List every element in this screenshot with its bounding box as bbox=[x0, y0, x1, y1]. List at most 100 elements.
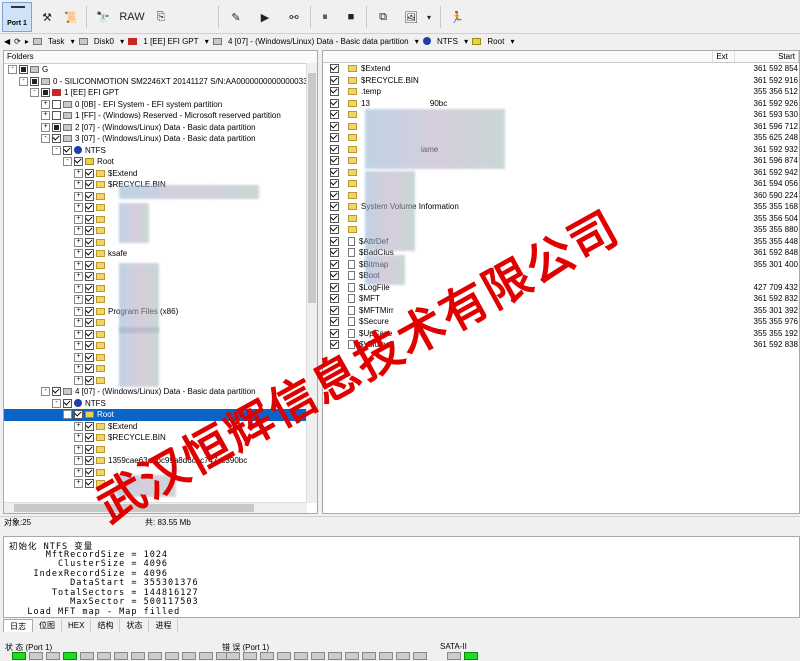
expand-icon[interactable]: + bbox=[74, 226, 83, 236]
expand-icon[interactable]: + bbox=[74, 214, 83, 224]
name-column-header[interactable] bbox=[323, 51, 714, 62]
expand-icon[interactable]: + bbox=[74, 479, 83, 489]
expand-icon[interactable]: + bbox=[74, 295, 83, 305]
file-checkbox[interactable] bbox=[329, 248, 339, 258]
file-row[interactable]: $RECYCLE.BIN 361 592 916 bbox=[323, 75, 799, 87]
run-exit-icon[interactable]: 🏃 bbox=[448, 4, 466, 30]
tree-node[interactable]: + $Extend bbox=[74, 168, 137, 180]
tree-checkbox[interactable] bbox=[52, 387, 61, 397]
expand-icon[interactable]: + bbox=[74, 237, 83, 247]
collapse-icon[interactable]: - bbox=[52, 145, 61, 155]
tree-checkbox[interactable] bbox=[85, 329, 94, 339]
file-checkbox[interactable] bbox=[329, 87, 339, 97]
tree-node[interactable]: + bbox=[74, 214, 108, 226]
tab-4[interactable]: 状态 bbox=[120, 619, 150, 632]
tree-checkbox[interactable] bbox=[52, 122, 61, 132]
tree-node[interactable]: + bbox=[74, 202, 108, 214]
file-checkbox[interactable] bbox=[329, 110, 339, 120]
edit-icon[interactable]: ✎ bbox=[226, 4, 246, 30]
tree-checkbox[interactable] bbox=[85, 249, 94, 259]
file-checkbox[interactable] bbox=[329, 133, 339, 143]
file-checkbox[interactable] bbox=[329, 190, 339, 200]
tree-checkbox[interactable] bbox=[52, 99, 61, 109]
play-icon[interactable]: ▶ bbox=[256, 4, 274, 30]
tree-node[interactable]: + bbox=[74, 352, 108, 364]
expand-icon[interactable]: + bbox=[74, 272, 83, 282]
tree-checkbox[interactable] bbox=[85, 341, 94, 351]
file-checkbox[interactable] bbox=[329, 225, 339, 235]
file-checkbox[interactable] bbox=[329, 236, 339, 246]
stop-icon[interactable]: ■ bbox=[342, 4, 360, 30]
tree-checkbox[interactable] bbox=[74, 157, 83, 167]
tree-node[interactable]: + bbox=[74, 329, 108, 341]
breadcrumb-disk[interactable]: Disk0 ▾ bbox=[78, 37, 124, 46]
port-button[interactable]: Port 1 bbox=[2, 2, 32, 32]
expand-icon[interactable]: + bbox=[74, 306, 83, 316]
tree-checkbox[interactable] bbox=[85, 352, 94, 362]
pause-icon[interactable]: ⏸ bbox=[316, 4, 334, 30]
tree-node[interactable]: + bbox=[74, 340, 108, 352]
tab-5[interactable]: 进程 bbox=[149, 619, 179, 632]
breadcrumb-task[interactable]: Task ▾ bbox=[32, 37, 75, 46]
file-checkbox[interactable] bbox=[329, 202, 339, 212]
tree-checkbox[interactable] bbox=[52, 111, 61, 121]
tree-node[interactable]: - NTFS bbox=[52, 145, 106, 157]
binoculars-icon[interactable]: 🔭 bbox=[94, 4, 112, 30]
collapse-icon[interactable]: - bbox=[52, 398, 61, 408]
tree-checkbox[interactable] bbox=[85, 214, 94, 224]
tree-checkbox[interactable] bbox=[52, 134, 61, 144]
tree-checkbox[interactable] bbox=[85, 168, 94, 178]
expand-icon[interactable]: + bbox=[74, 433, 83, 443]
right-arrow-icon[interactable]: ▸ bbox=[25, 37, 29, 46]
tab-0[interactable]: 日志 bbox=[3, 619, 33, 632]
file-checkbox[interactable] bbox=[329, 317, 339, 327]
file-checkbox[interactable] bbox=[329, 282, 339, 292]
tree-vertical-scrollbar[interactable] bbox=[306, 63, 317, 503]
expand-icon[interactable]: + bbox=[74, 203, 83, 213]
file-row[interactable]: $Extend 361 592 854 bbox=[323, 63, 799, 75]
expand-icon[interactable]: + bbox=[74, 191, 83, 201]
breadcrumb-fs[interactable]: NTFS ▾ bbox=[422, 37, 468, 46]
disk-export-icon[interactable]: ⎘ bbox=[152, 4, 170, 30]
expand-icon[interactable]: + bbox=[74, 421, 83, 431]
tree-node[interactable]: + bbox=[74, 260, 108, 272]
raw-button[interactable]: RAW bbox=[118, 4, 146, 30]
expand-icon[interactable]: + bbox=[74, 168, 83, 178]
tree-node[interactable]: + bbox=[74, 375, 108, 387]
collapse-icon[interactable]: - bbox=[41, 387, 50, 397]
breadcrumb-part1[interactable]: 1 [EE] EFI GPT ▾ bbox=[128, 37, 209, 46]
tree-checkbox[interactable] bbox=[85, 260, 94, 270]
expand-icon[interactable]: + bbox=[41, 99, 50, 109]
tree-node[interactable]: - NTFS bbox=[52, 398, 106, 410]
tree-node[interactable]: + bbox=[74, 294, 108, 306]
tree-checkbox[interactable] bbox=[85, 226, 94, 236]
expand-icon[interactable]: + bbox=[74, 375, 83, 385]
file-checkbox[interactable] bbox=[329, 156, 339, 166]
back-arrow-icon[interactable]: ◀ bbox=[4, 37, 10, 46]
expand-icon[interactable]: + bbox=[74, 249, 83, 259]
tree-checkbox[interactable] bbox=[85, 191, 94, 201]
tree-checkbox[interactable] bbox=[85, 283, 94, 293]
collapse-icon[interactable]: - bbox=[63, 157, 72, 167]
copy-windows-icon[interactable]: ⧉ bbox=[374, 4, 392, 30]
tree-checkbox[interactable] bbox=[85, 456, 94, 466]
tree-node[interactable]: + $Extend bbox=[74, 421, 137, 433]
expand-icon[interactable]: + bbox=[74, 329, 83, 339]
tree-node[interactable]: + bbox=[74, 237, 108, 249]
tree-checkbox[interactable] bbox=[41, 88, 50, 98]
expand-icon[interactable]: + bbox=[74, 341, 83, 351]
tools-icon[interactable]: ⚒ bbox=[38, 4, 56, 30]
file-checkbox[interactable] bbox=[329, 75, 339, 85]
tree-checkbox[interactable] bbox=[85, 444, 94, 454]
tree-node[interactable]: +2 [07] - (Windows/Linux) Data - Basic d… bbox=[41, 122, 256, 134]
tree-checkbox[interactable] bbox=[85, 237, 94, 247]
tree-checkbox[interactable] bbox=[85, 295, 94, 305]
tree-checkbox[interactable] bbox=[85, 375, 94, 385]
tab-2[interactable]: HEX bbox=[62, 619, 92, 632]
expand-icon[interactable]: + bbox=[74, 352, 83, 362]
network-icon[interactable]: ⚯ bbox=[282, 4, 306, 30]
tree-checkbox[interactable] bbox=[85, 306, 94, 316]
tree-node[interactable]: + bbox=[74, 363, 108, 375]
tree-checkbox[interactable] bbox=[63, 398, 72, 408]
file-row[interactable]: .temp 355 356 512 bbox=[323, 86, 799, 98]
